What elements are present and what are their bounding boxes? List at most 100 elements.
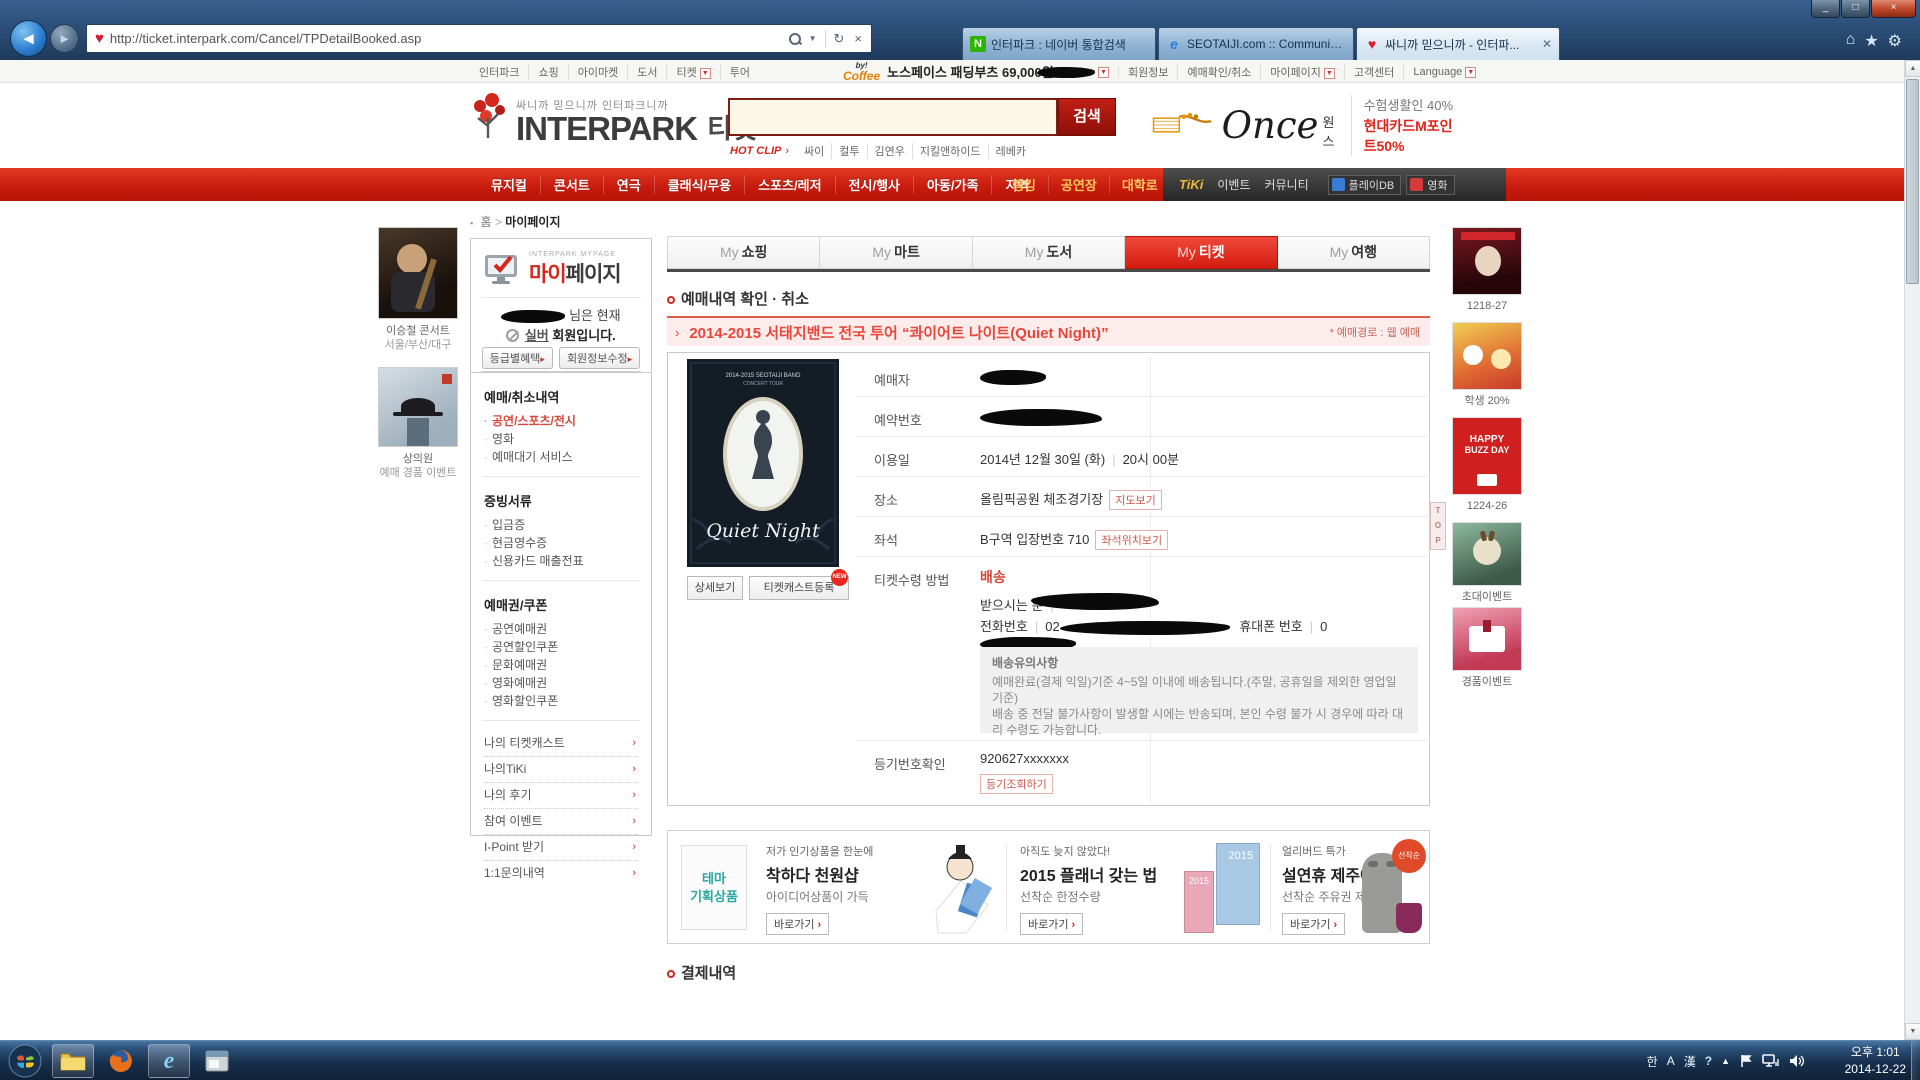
maximize-button[interactable]: □	[1841, 0, 1870, 18]
taskbar-explorer-button[interactable]	[52, 1044, 94, 1078]
promo-item-2[interactable]: 아직도 늦지 않았다! 2015 플래너 갖는 법 선착순 한정수량 바로가기 …	[1020, 843, 1180, 935]
utility-link[interactable]: 도서	[628, 64, 667, 80]
home-icon[interactable]: ⌂	[1846, 31, 1856, 51]
utility-link-ticket[interactable]: 티켓▼	[667, 64, 720, 80]
browser-tab-naver[interactable]: N 인터파크 : 네이버 통합검색	[962, 27, 1156, 60]
sidebar-link-inquiry[interactable]: 1:1문의내역›	[484, 861, 638, 886]
action-center-flag-icon[interactable]	[1739, 1054, 1753, 1068]
utility-link[interactable]: 투어	[721, 64, 759, 80]
go-button[interactable]: 바로가기 ›	[1282, 913, 1345, 935]
username-redacted[interactable]: ▼	[1028, 66, 1119, 78]
right-banner-4[interactable]: 초대이벤트	[1452, 522, 1522, 604]
nav-concert[interactable]: 콘서트	[541, 175, 604, 194]
sidebar-link-ticketcast[interactable]: 나의 티켓캐스트›	[484, 731, 638, 757]
grade-benefit-button[interactable]: 등급별혜택▸	[482, 347, 553, 369]
hotclip-item[interactable]: 컬투	[832, 143, 867, 159]
sidebar-item-culture-voucher[interactable]: 문화예매권	[484, 656, 638, 674]
sidebar-item-movie-coupon[interactable]: 영화할인쿠폰	[484, 692, 638, 710]
nav-classic[interactable]: 클래식/무용	[655, 175, 745, 194]
nav-daehakro[interactable]: 대학로	[1110, 175, 1170, 194]
taskbar-firefox-button[interactable]	[100, 1044, 142, 1078]
right-banner-3[interactable]: HAPPY BUZZ DAY 1224-26	[1452, 417, 1522, 513]
sidebar-item-deposit[interactable]: 입금증	[484, 516, 638, 534]
edit-info-button[interactable]: 회원정보수정▸	[559, 347, 640, 369]
refresh-icon[interactable]: ↻	[829, 31, 850, 47]
taskbar-ie-button[interactable]: e	[148, 1044, 190, 1078]
tab-label[interactable]: 싸니까 믿으니까 - 인터파...	[1385, 36, 1537, 53]
scroll-up-arrow[interactable]: ▲	[1905, 60, 1920, 77]
nav-play[interactable]: 연극	[604, 175, 655, 194]
detail-view-button[interactable]: 상세보기	[687, 576, 743, 600]
tab-my-shopping[interactable]: My쇼핑	[667, 236, 820, 269]
nav-family[interactable]: 아동/가족	[914, 175, 992, 194]
booking-check-link[interactable]: 예매확인/취소	[1178, 64, 1261, 80]
search-box[interactable]	[728, 98, 1058, 136]
go-button[interactable]: 바로가기 ›	[766, 913, 829, 935]
nav-venue[interactable]: 공연장	[1049, 175, 1110, 194]
sidebar-link-event[interactable]: 참여 이벤트›	[484, 809, 638, 835]
sidebar-item-card-slip[interactable]: 신용카드 매출전표	[484, 552, 638, 570]
sidebar-item-movie-voucher[interactable]: 영화예매권	[484, 674, 638, 692]
utility-link[interactable]: 쇼핑	[529, 64, 568, 80]
sidebar-item-movie[interactable]: 영화	[484, 430, 638, 448]
banner-caption[interactable]: 상의원	[378, 452, 458, 466]
banner-caption[interactable]: 1224-26	[1452, 499, 1522, 513]
sidebar-item-cash-receipt[interactable]: 현금영수증	[484, 534, 638, 552]
close-button[interactable]: ×	[1871, 0, 1916, 18]
tab-my-mart[interactable]: My마트	[820, 236, 972, 269]
interpark-logo[interactable]: 싸니까 믿으니까 인터파크니까 INTERPARK 티켓	[470, 92, 757, 144]
nav-ranking[interactable]: 랭킹	[1000, 175, 1049, 194]
hotclip-item[interactable]: 싸이	[797, 143, 832, 159]
chevron-down-icon[interactable]: ▼	[1324, 68, 1335, 79]
banner-caption-sub[interactable]: 서울/부산/대구	[378, 338, 458, 352]
mypage-link[interactable]: 마이페이지▼	[1261, 64, 1345, 80]
hotclip-item[interactable]: 지킬앤하이드	[913, 143, 989, 159]
start-button[interactable]	[8, 1044, 42, 1078]
nav-playdb-button[interactable]: 플레이DB	[1328, 175, 1402, 195]
search-button[interactable]: 검색	[1058, 98, 1116, 136]
minimize-button[interactable]: _	[1811, 0, 1840, 18]
taskbar-clock[interactable]: 오후 1:01 2014-12-22	[1845, 1044, 1906, 1078]
sidebar-item-performance[interactable]: 공연/스포츠/전시	[484, 412, 638, 430]
right-banner-2[interactable]: 학생 20%	[1452, 322, 1522, 408]
tab-my-ticket[interactable]: My티켓	[1125, 236, 1277, 269]
tab-my-book[interactable]: My도서	[973, 236, 1125, 269]
banner-caption-sub[interactable]: 예매 경품 이벤트	[378, 466, 458, 480]
stop-icon[interactable]: ×	[849, 31, 867, 46]
ime-korean-indicator[interactable]: 한	[1647, 1053, 1658, 1070]
tab-close-icon[interactable]: ✕	[1542, 37, 1552, 51]
show-hidden-icons-arrow[interactable]: ▲	[1721, 1056, 1730, 1066]
sidebar-item-waiting[interactable]: 예매대기 서비스	[484, 448, 638, 466]
search-dropdown-icon[interactable]: ▼	[804, 34, 822, 43]
search-icon[interactable]	[789, 33, 801, 45]
scrollbar-thumb[interactable]	[1906, 79, 1919, 284]
sangeuiwon-banner-image[interactable]	[378, 367, 458, 447]
utility-link[interactable]: 아이마켓	[569, 64, 628, 80]
nav-movie-button[interactable]: 영화	[1406, 175, 1454, 195]
network-icon[interactable]	[1762, 1054, 1780, 1068]
nav-community[interactable]: 커뮤니티	[1264, 176, 1308, 193]
theme-tab[interactable]: 테마기획상품	[681, 845, 747, 930]
sidebar-link-ipoint[interactable]: I-Point 받기›	[484, 835, 638, 861]
help-icon[interactable]: ?	[1705, 1054, 1712, 1068]
volume-icon[interactable]	[1789, 1054, 1804, 1068]
sidebar-item-show-coupon[interactable]: 공연할인쿠폰	[484, 638, 638, 656]
breadcrumb-home[interactable]: 홈	[481, 215, 492, 229]
ime-hanja-indicator[interactable]: 漢	[1684, 1053, 1696, 1070]
seat-view-button[interactable]: 좌석위치보기	[1095, 530, 1168, 550]
nav-exhibition[interactable]: 전시/행사	[836, 175, 914, 194]
chevron-down-icon[interactable]: ▼	[1098, 67, 1109, 78]
concert-banner-image[interactable]	[378, 227, 458, 319]
page-scrollbar[interactable]: ▲ ▼	[1904, 60, 1920, 1040]
address-bar[interactable]: ♥ http://ticket.interpark.com/Cancel/TPD…	[86, 24, 872, 53]
quiet-night-poster[interactable]: 2014-2015 SEOTAIJI BAND CONCERT TOUR Qui…	[687, 359, 839, 567]
registration-lookup-button[interactable]: 등기조회하기	[980, 774, 1053, 794]
left-banner-2[interactable]: 상의원 예매 경품 이벤트	[378, 367, 458, 480]
nav-sports[interactable]: 스포츠/레저	[745, 175, 835, 194]
banner-caption[interactable]: 학생 20%	[1452, 394, 1522, 408]
forward-button[interactable]: ►	[50, 24, 79, 53]
ime-alpha-indicator[interactable]: A	[1667, 1054, 1675, 1068]
utility-ad[interactable]: by!Coffee 노스페이스 패딩부츠 69,000원	[843, 61, 1054, 81]
search-input[interactable]	[730, 100, 1056, 134]
chevron-down-icon[interactable]: ▼	[700, 68, 711, 79]
